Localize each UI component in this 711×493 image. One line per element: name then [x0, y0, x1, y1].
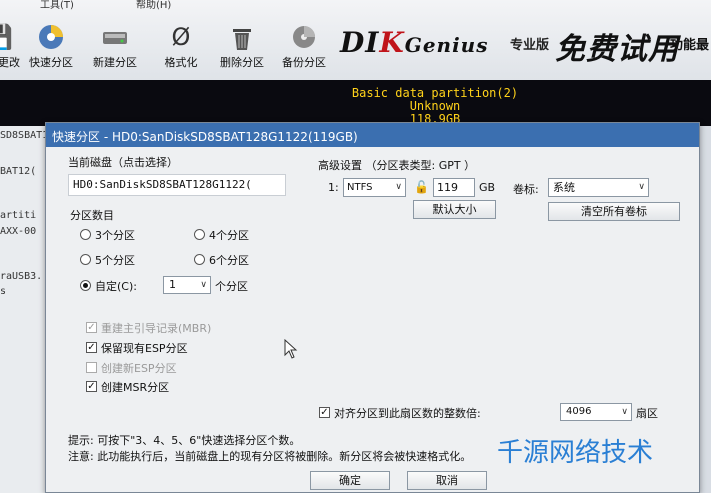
format-icon: Ø	[171, 23, 191, 51]
brand-banner: DIKGenius 专业版 免费试用 功能最	[340, 22, 711, 72]
rebuild-mbr-label: 重建主引导记录(MBR)	[101, 322, 212, 335]
current-disk-label: 当前磁盘（点击选择）	[68, 156, 178, 169]
clear-all-labels-button[interactable]: 清空所有卷标	[548, 202, 680, 221]
align-partition-checkbox[interactable]: ✓	[319, 407, 330, 418]
disk-tree-panel: SD8SBAT1 BAT12( artiti AXX-00 raUSB3. s	[0, 126, 48, 493]
keep-esp-label: 保留现有ESP分区	[101, 342, 188, 355]
partition-info: Basic data partition(2) Unknown 118.9GB	[345, 87, 525, 126]
tree-item[interactable]: AXX-00	[0, 226, 36, 237]
backup-disk-icon	[288, 22, 320, 52]
hint-text: 提示: 可按下"3、4、5、6"快速选择分区个数。	[68, 434, 301, 447]
warning-text: 注意: 此功能执行后，当前磁盘上的现有分区将被删除。新分区将会被快速格式化。	[68, 450, 472, 463]
format-button[interactable]: Ø 格式化	[153, 22, 209, 72]
radio-5-partitions-label: 5个分区	[95, 254, 135, 267]
diskgenius-logo: DIKGenius	[340, 26, 489, 59]
radio-6-partitions-label: 6个分区	[209, 254, 249, 267]
tree-item[interactable]: artiti	[0, 210, 36, 221]
rebuild-mbr-checkbox[interactable]: ✓	[86, 322, 97, 333]
create-msr-checkbox[interactable]: ✓	[86, 381, 97, 392]
volume-label-select[interactable]: 系统 ∨	[548, 178, 649, 197]
partition-size-input[interactable]: 119	[433, 178, 475, 197]
brand-feature-text: 功能最	[670, 38, 710, 53]
menu-help[interactable]: 帮助(H)	[136, 0, 171, 11]
mouse-cursor-icon	[284, 339, 298, 359]
delete-partition-label: 删除分区	[220, 56, 264, 69]
align-sectors-select[interactable]: 4096 ∨	[560, 403, 632, 421]
menu-bar: 工具(T) 帮助(H)	[0, 0, 711, 14]
dialog-title: 快速分区 - HD0:SanDiskSD8SBAT128G1122(119GB)	[52, 130, 358, 144]
brand-edition: 专业版	[510, 38, 550, 53]
row-index-label: 1:	[328, 181, 339, 194]
chevron-down-icon: ∨	[621, 407, 628, 417]
chevron-down-icon: ∨	[200, 280, 207, 290]
quick-partition-label: 快速分区	[29, 56, 73, 69]
chevron-down-icon: ∨	[638, 182, 645, 192]
dialog-titlebar[interactable]: 快速分区 - HD0:SanDiskSD8SBAT128G1122(119GB)	[46, 123, 699, 147]
radio-6-partitions[interactable]	[194, 254, 205, 265]
new-partition-icon	[99, 22, 131, 52]
advanced-settings-label: 高级设置 （分区表类型: GPT ）	[318, 159, 476, 172]
radio-4-partitions-label: 4个分区	[209, 229, 249, 242]
quick-partition-button[interactable]: 快速分区	[23, 22, 79, 72]
new-partition-button[interactable]: 新建分区	[87, 22, 143, 72]
custom-count-select[interactable]: 1 ∨	[163, 276, 211, 294]
tree-item[interactable]: SD8SBAT1	[0, 130, 48, 141]
chevron-down-icon: ∨	[395, 182, 402, 192]
tree-item[interactable]: raUSB3.	[0, 271, 42, 282]
create-esp-checkbox[interactable]	[86, 362, 97, 373]
brand-free-trial: 免费试用	[555, 32, 679, 67]
save-icon: 💾	[0, 22, 14, 52]
lock-icon[interactable]: 🔓	[414, 180, 429, 194]
tree-item[interactable]: s	[0, 286, 6, 297]
size-unit-label: GB	[479, 181, 496, 194]
create-msr-label: 创建MSR分区	[101, 381, 170, 394]
volume-label-label: 卷标:	[513, 183, 539, 196]
quick-partition-icon	[35, 22, 67, 52]
tree-item[interactable]: BAT12(	[0, 166, 36, 177]
cancel-button[interactable]: 取消	[407, 471, 487, 490]
delete-partition-button[interactable]: 删除分区	[214, 22, 270, 72]
radio-4-partitions[interactable]	[194, 229, 205, 240]
main-toolbar: 工具(T) 帮助(H) 💾 保存更改 快速分区 新建分区 Ø 格式化 删除分区 …	[0, 0, 711, 80]
custom-partitions-label: 自定(C):	[95, 280, 137, 293]
align-partition-label: 对齐分区到此扇区数的整数倍:	[334, 407, 481, 420]
default-size-button[interactable]: 默认大小	[413, 200, 496, 219]
filesystem-select[interactable]: NTFS ∨	[343, 178, 406, 197]
radio-5-partitions[interactable]	[80, 254, 91, 265]
radio-3-partitions[interactable]	[80, 229, 91, 240]
custom-count-suffix: 个分区	[215, 280, 248, 293]
keep-esp-checkbox[interactable]: ✓	[86, 342, 97, 353]
align-unit-label: 扇区	[636, 407, 658, 420]
create-esp-label: 创建新ESP分区	[101, 362, 177, 375]
format-label: 格式化	[164, 56, 198, 69]
menu-tools[interactable]: 工具(T)	[40, 0, 74, 11]
backup-partition-label: 备份分区	[282, 56, 326, 69]
backup-partition-button[interactable]: 备份分区	[276, 22, 332, 72]
new-partition-label: 新建分区	[93, 56, 137, 69]
radio-3-partitions-label: 3个分区	[95, 229, 135, 242]
watermark: 千源网络技术	[497, 438, 654, 468]
ok-button[interactable]: 确定	[310, 471, 390, 490]
current-disk-selector[interactable]: HD0:SanDiskSD8SBAT128G1122(	[68, 174, 286, 196]
partition-count-label: 分区数目	[70, 209, 114, 222]
trash-icon	[226, 22, 258, 52]
radio-custom-partitions[interactable]	[80, 280, 91, 291]
